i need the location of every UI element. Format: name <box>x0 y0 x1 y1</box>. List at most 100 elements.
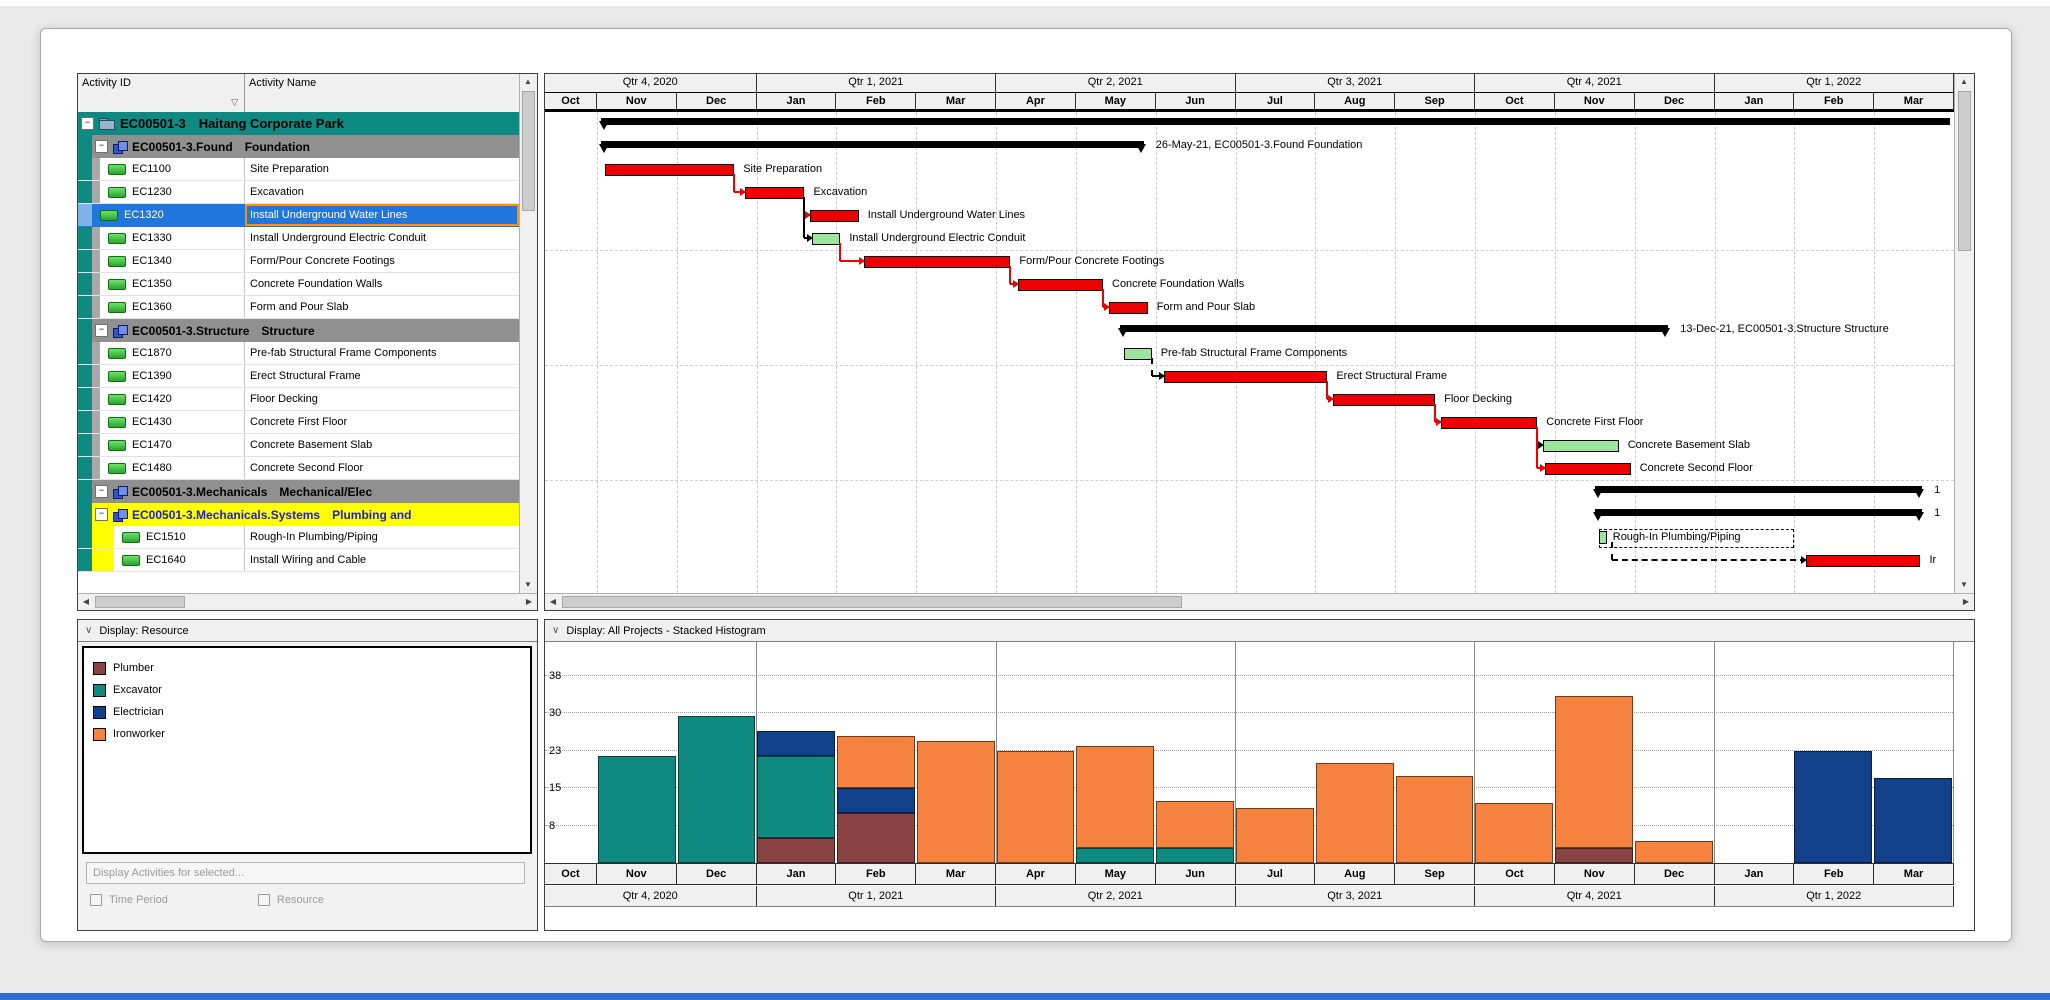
table-row-EC1420[interactable]: EC1420Floor Decking <box>78 388 519 411</box>
resource-panel-header[interactable]: ∨ Display: Resource <box>78 620 537 642</box>
task-bar[interactable] <box>745 187 805 199</box>
activity-name-cell[interactable]: Concrete Second Floor <box>245 457 519 479</box>
gantt-hscroll-thumb[interactable] <box>562 596 1182 608</box>
task-bar[interactable] <box>1164 371 1328 383</box>
table-row-EC1480[interactable]: EC1480Concrete Second Floor <box>78 457 519 480</box>
histogram-bar[interactable] <box>997 751 1075 864</box>
table-row-EC1510[interactable]: EC1510Rough-In Plumbing/Piping <box>78 526 519 549</box>
table-hscroll-thumb[interactable] <box>95 596 185 608</box>
activity-id-cell[interactable]: EC1870 <box>100 342 245 364</box>
scroll-left-icon[interactable]: ◀ <box>78 594 94 610</box>
collapse-icon[interactable]: − <box>95 140 108 153</box>
resource-checkbox[interactable]: Resource <box>258 894 324 906</box>
table-row-EC1360[interactable]: EC1360Form and Pour Slab <box>78 296 519 319</box>
activity-id-cell[interactable]: EC1510 <box>114 526 245 548</box>
wbs-row-EC00501-3.Mechanicals.Systems[interactable]: −EC00501-3.Mechanicals.Systems Plumbing … <box>78 503 519 526</box>
activity-id-cell[interactable]: EC1640 <box>114 549 245 571</box>
activity-name-cell[interactable]: Site Preparation <box>245 158 519 180</box>
wbs-row-EC00501-3.Mechanicals[interactable]: −EC00501-3.Mechanicals Mechanical/Elec <box>78 480 519 503</box>
task-bar[interactable] <box>810 210 859 222</box>
summary-bar[interactable] <box>1120 325 1668 332</box>
histogram-bar[interactable] <box>757 731 835 864</box>
histogram-bar[interactable] <box>837 736 915 864</box>
gantt-vertical-scrollbar[interactable]: ▲ ▼ <box>1954 74 1974 593</box>
task-bar[interactable] <box>1018 279 1103 291</box>
chevron-down-icon[interactable]: ∨ <box>85 625 92 636</box>
table-row-EC1390[interactable]: EC1390Erect Structural Frame <box>78 365 519 388</box>
activity-name-cell[interactable]: Form and Pour Slab <box>245 296 519 318</box>
activity-id-cell[interactable]: EC1390 <box>100 365 245 387</box>
table-row-EC1340[interactable]: EC1340Form/Pour Concrete Footings <box>78 250 519 273</box>
activity-id-cell[interactable]: EC1330 <box>100 227 245 249</box>
activity-name-cell[interactable]: Install Wiring and Cable <box>245 549 519 571</box>
scroll-down-icon[interactable]: ▼ <box>520 577 536 593</box>
table-row-EC1470[interactable]: EC1470Concrete Basement Slab <box>78 434 519 457</box>
scroll-right-icon[interactable]: ▶ <box>1958 594 1974 610</box>
collapse-icon[interactable]: − <box>95 485 108 498</box>
activity-id-cell[interactable]: EC1420 <box>100 388 245 410</box>
collapse-icon[interactable]: − <box>95 324 108 337</box>
checkbox-icon[interactable] <box>90 894 102 906</box>
histogram-bar[interactable] <box>1316 763 1394 863</box>
wbs-row-EC00501-3[interactable]: −EC00501-3 Haitang Corporate Park <box>78 112 519 135</box>
summary-bar[interactable] <box>601 118 1950 125</box>
column-header-activity-name[interactable]: Activity Name <box>245 74 519 112</box>
column-header-activity-id[interactable]: Activity ID ▽ <box>78 74 245 112</box>
table-row-EC1330[interactable]: EC1330Install Underground Electric Condu… <box>78 227 519 250</box>
histogram-bar[interactable] <box>917 741 995 864</box>
table-row-EC1230[interactable]: EC1230Excavation <box>78 181 519 204</box>
display-activities-filter[interactable]: Display Activities for selected... <box>86 862 525 884</box>
checkbox-icon[interactable] <box>258 894 270 906</box>
wbs-row-EC00501-3.Found[interactable]: −EC00501-3.Found Foundation <box>78 135 519 158</box>
activity-id-cell[interactable]: EC1230 <box>100 181 245 203</box>
activity-name-cell[interactable]: Install Underground Water Lines <box>245 204 519 226</box>
activity-name-cell[interactable]: Form/Pour Concrete Footings <box>245 250 519 272</box>
histogram-bar[interactable] <box>1555 696 1633 864</box>
task-bar[interactable] <box>1543 440 1619 452</box>
histogram-bar[interactable] <box>1794 751 1872 864</box>
scroll-right-icon[interactable]: ▶ <box>521 594 537 610</box>
histogram-bar[interactable] <box>1874 778 1952 863</box>
histogram-bar[interactable] <box>678 716 756 864</box>
activity-id-cell[interactable]: EC1480 <box>100 457 245 479</box>
activity-id-cell[interactable]: EC1100 <box>100 158 245 180</box>
task-bar[interactable] <box>1124 348 1152 360</box>
wbs-row-EC00501-3.Structure[interactable]: −EC00501-3.Structure Structure <box>78 319 519 342</box>
histogram-bar[interactable] <box>598 756 676 864</box>
activity-name-cell[interactable]: Rough-In Plumbing/Piping <box>245 526 519 548</box>
activity-id-cell[interactable]: EC1340 <box>100 250 245 272</box>
table-row-EC1320[interactable]: EC1320Install Underground Water Lines <box>78 204 519 227</box>
activity-name-cell[interactable]: Concrete Basement Slab <box>245 434 519 456</box>
task-bar[interactable] <box>864 256 1010 268</box>
histogram-bar[interactable] <box>1076 746 1154 864</box>
filter-icon[interactable]: ▽ <box>231 97 238 108</box>
activity-name-cell[interactable]: Erect Structural Frame <box>245 365 519 387</box>
time-period-checkbox[interactable]: Time Period <box>90 894 168 906</box>
collapse-icon[interactable]: − <box>81 117 94 130</box>
table-vertical-scrollbar[interactable]: ▲ ▼ <box>519 74 537 593</box>
table-vscroll-thumb[interactable] <box>522 91 535 211</box>
histogram-bar[interactable] <box>1635 841 1713 864</box>
gantt-vscroll-thumb[interactable] <box>1958 91 1971 251</box>
task-bar[interactable] <box>1109 302 1147 314</box>
scroll-up-icon[interactable]: ▲ <box>1956 74 1972 90</box>
table-row-EC1870[interactable]: EC1870Pre-fab Structural Frame Component… <box>78 342 519 365</box>
activity-id-cell[interactable]: EC1470 <box>100 434 245 456</box>
histogram-bar[interactable] <box>1396 776 1474 864</box>
summary-bar[interactable] <box>1595 486 1922 493</box>
table-row-EC1430[interactable]: EC1430Concrete First Floor <box>78 411 519 434</box>
scroll-down-icon[interactable]: ▼ <box>1956 577 1972 593</box>
scroll-up-icon[interactable]: ▲ <box>520 74 536 90</box>
task-bar[interactable] <box>1441 417 1538 429</box>
task-bar[interactable] <box>812 233 840 245</box>
chevron-down-icon[interactable]: ∨ <box>552 625 559 636</box>
activity-id-cell[interactable]: EC1360 <box>100 296 245 318</box>
task-bar[interactable] <box>605 164 734 176</box>
table-row-EC1100[interactable]: EC1100Site Preparation <box>78 158 519 181</box>
summary-bar[interactable] <box>1595 509 1922 516</box>
activity-name-cell[interactable]: Concrete First Floor <box>245 411 519 433</box>
table-horizontal-scrollbar[interactable]: ◀ ▶ <box>78 593 537 610</box>
gantt-horizontal-scrollbar[interactable]: ◀ ▶ <box>545 593 1974 610</box>
activity-name-cell[interactable]: Concrete Foundation Walls <box>245 273 519 295</box>
activity-id-cell[interactable]: EC1320 <box>92 204 245 226</box>
